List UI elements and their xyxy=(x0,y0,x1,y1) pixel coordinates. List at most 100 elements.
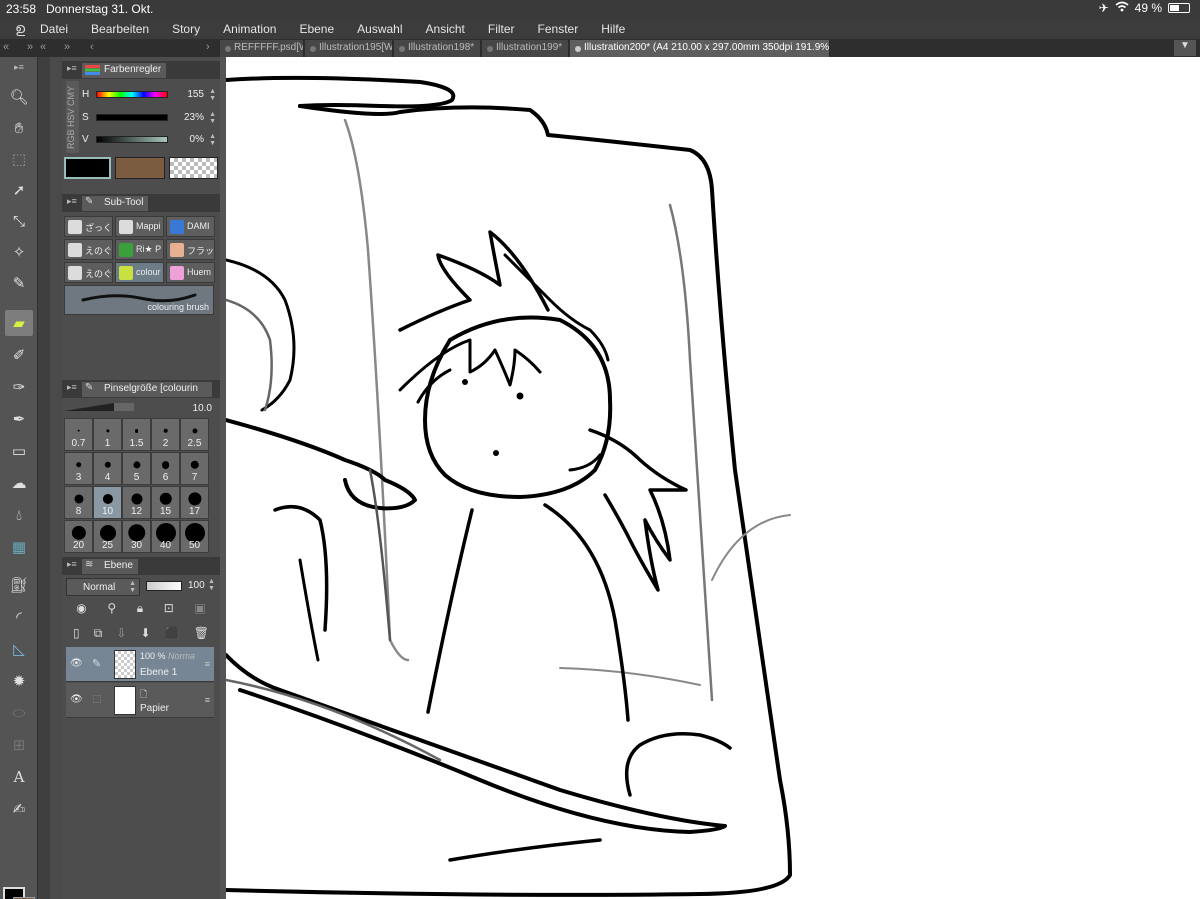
frame-tool-icon[interactable]: ✹ xyxy=(5,668,33,694)
main-color-chip[interactable] xyxy=(64,157,111,179)
draft-layer-icon[interactable]: ⚲ xyxy=(107,601,116,615)
clip-layer-icon[interactable]: ▣ xyxy=(194,601,205,615)
layer-row-menu-icon[interactable]: ≡ xyxy=(205,695,210,705)
expand-icon[interactable]: » xyxy=(27,41,33,53)
expand-right-icon[interactable]: » xyxy=(64,41,70,53)
menu-ansicht[interactable]: Ansicht xyxy=(426,22,465,36)
new-vector-layer-icon[interactable]: ⧉ xyxy=(94,626,103,641)
subtool-menu-icon[interactable]: ▸≡ xyxy=(67,196,77,207)
airbrush-tool-icon[interactable]: ✑ xyxy=(5,374,33,400)
visibility-eye-icon[interactable]: 👁︎ xyxy=(70,694,83,705)
menu-animation[interactable]: Animation xyxy=(223,22,276,36)
brushsize-preset[interactable]: 17 xyxy=(180,486,209,519)
menu-hilfe[interactable]: Hilfe xyxy=(601,22,625,36)
new-raster-layer-icon[interactable]: ▯ xyxy=(73,626,80,640)
brushsize-preset[interactable]: 6 xyxy=(151,452,180,485)
tab-illustration198[interactable]: Illustration198* xyxy=(394,40,481,57)
paint-bucket-tool-icon[interactable]: ⛽︎ xyxy=(5,572,33,598)
hue-slider[interactable]: H 155 ▲ ▼ xyxy=(80,85,220,107)
brushsize-preset[interactable]: 1 xyxy=(93,418,122,451)
subtool-item[interactable]: Ri★ P xyxy=(115,239,164,260)
brushsize-preset[interactable]: 40 xyxy=(151,520,180,553)
collapse-icon[interactable]: « xyxy=(40,41,46,53)
eraser-tool-icon[interactable]: ▭ xyxy=(5,438,33,464)
reference-layer-icon[interactable]: ◉ xyxy=(76,601,86,615)
brushsize-preset[interactable]: 20 xyxy=(64,520,93,553)
brushsize-preset[interactable]: 2 xyxy=(151,418,180,451)
color-mode-tabs[interactable]: RGB HSV CMY xyxy=(66,81,79,153)
object-tool-icon[interactable]: ➚ xyxy=(5,177,33,203)
subtool-item[interactable]: フラッ xyxy=(166,239,215,260)
tab-color-slider[interactable]: Farbenregler xyxy=(82,63,167,78)
drawing-canvas[interactable] xyxy=(220,57,1200,899)
menu-bearbeiten[interactable]: Bearbeiten xyxy=(91,22,149,36)
menu-fenster[interactable]: Fenster xyxy=(538,22,579,36)
tab-illustration199[interactable]: Illustration199* xyxy=(482,40,569,57)
merge-down-icon[interactable]: ⬇ xyxy=(141,626,151,640)
subtool-item[interactable]: DAMI xyxy=(166,216,215,237)
subtool-item[interactable]: colour xyxy=(115,262,164,283)
layer-row-ebene1[interactable]: 👁︎ ✎ 100 % Norma Ebene 1 ≡ xyxy=(66,647,214,682)
text-tool-icon[interactable]: A xyxy=(5,764,33,790)
pencil-tool-icon[interactable]: ✐ xyxy=(5,342,33,368)
scroll-tabs-right-icon[interactable]: › xyxy=(206,41,210,53)
figure-tool-icon[interactable]: ◜ xyxy=(5,604,33,630)
transfer-down-icon[interactable]: ⇩ xyxy=(116,626,126,640)
value-stepper-icon[interactable]: ▲ ▼ xyxy=(209,133,216,147)
scroll-tabs-left-icon[interactable]: ‹ xyxy=(90,41,94,53)
decoration-tool-icon[interactable]: ✒ xyxy=(5,406,33,432)
menu-ebene[interactable]: Ebene xyxy=(299,22,334,36)
delete-layer-icon[interactable]: 🗑︎ xyxy=(194,626,209,640)
subtool-item[interactable]: えのぐ xyxy=(64,239,113,260)
transparent-color-chip[interactable] xyxy=(169,157,218,179)
gradient-tool-icon[interactable]: ▦ xyxy=(5,534,33,560)
tab-subtool[interactable]: ✎ Sub-Tool xyxy=(82,196,149,211)
layer-menu-icon[interactable]: ▸≡ xyxy=(67,559,77,570)
brushsize-preset[interactable]: 4 xyxy=(93,452,122,485)
saturation-stepper-icon[interactable]: ▲ ▼ xyxy=(209,111,216,125)
subtool-item[interactable]: ざっく xyxy=(64,216,113,237)
eyedropper-tool-icon[interactable]: ✧ xyxy=(5,239,33,265)
ruler-tool-icon[interactable]: ◺ xyxy=(5,636,33,662)
subtool-item[interactable]: えのぐ xyxy=(64,262,113,283)
brushsize-preset[interactable]: 50 xyxy=(180,520,209,553)
zoom-tool-icon[interactable]: 🔍︎ xyxy=(5,84,33,110)
layer-row-menu-icon[interactable]: ≡ xyxy=(205,659,210,669)
palette-menu-icon[interactable]: ▸≡ xyxy=(5,60,33,74)
brushsize-preset[interactable]: 2.5 xyxy=(180,418,209,451)
layer-opacity-slider[interactable] xyxy=(146,581,182,591)
layer-row-papier[interactable]: 👁︎ ☐ 🗋 Papier ≡ xyxy=(66,683,214,718)
blend-tool-icon[interactable]: ☁ xyxy=(5,470,33,496)
selection-tool-icon[interactable]: ⬚ xyxy=(5,146,33,172)
brushsize-preset[interactable]: 1.5 xyxy=(122,418,151,451)
tab-illustration200[interactable]: Illustration200* (A4 210.00 x 297.00mm 3… xyxy=(570,40,830,57)
saturation-slider[interactable]: S 23% ▲ ▼ xyxy=(80,108,220,130)
visibility-eye-icon[interactable]: 👁︎ xyxy=(70,658,83,669)
brushsize-slider[interactable]: 10.0 xyxy=(64,401,214,417)
tab-brushsize[interactable]: ✎ Pinselgröße [colourin xyxy=(82,382,212,397)
layer-checkbox-icon[interactable]: ☐ xyxy=(92,693,102,706)
value-slider[interactable]: V 0% ▲ ▼ xyxy=(80,130,220,152)
brushsize-preset[interactable]: 12 xyxy=(122,486,151,519)
app-logo-icon[interactable]: ഉ xyxy=(0,20,40,37)
lock-transparency-icon[interactable]: ⊡ xyxy=(164,601,174,615)
sub-color-chip[interactable] xyxy=(115,157,165,179)
brushsize-preset[interactable]: 8 xyxy=(64,486,93,519)
brushsize-preset[interactable]: 25 xyxy=(93,520,122,553)
brushsize-preset[interactable]: 0.7 xyxy=(64,418,93,451)
brushsize-menu-icon[interactable]: ▸≡ xyxy=(67,382,77,393)
collapse-left-icon[interactable]: « xyxy=(3,41,9,53)
tab-illustration195[interactable]: Illustration195[W xyxy=(305,40,393,57)
brushsize-preset[interactable]: 10 xyxy=(93,486,122,519)
balloon-tool-icon[interactable]: ⬭ xyxy=(5,700,33,726)
subtool-item[interactable]: Mappi xyxy=(115,216,164,237)
tab-refffff[interactable]: REFFFFF.psd[W xyxy=(220,40,304,57)
menu-auswahl[interactable]: Auswahl xyxy=(357,22,402,36)
tab-menu-button[interactable]: ▼ xyxy=(1174,40,1196,56)
lock-layer-icon[interactable]: 🔒︎ xyxy=(137,601,143,616)
opacity-stepper-icon[interactable]: ▲ ▼ xyxy=(208,578,215,592)
fill-tool-icon[interactable]: 💧︎ xyxy=(5,502,33,528)
pen-tool-icon[interactable]: ✎ xyxy=(5,270,33,296)
correct-line-tool-icon[interactable]: ✍ xyxy=(5,796,33,822)
brushsize-preset[interactable]: 15 xyxy=(151,486,180,519)
